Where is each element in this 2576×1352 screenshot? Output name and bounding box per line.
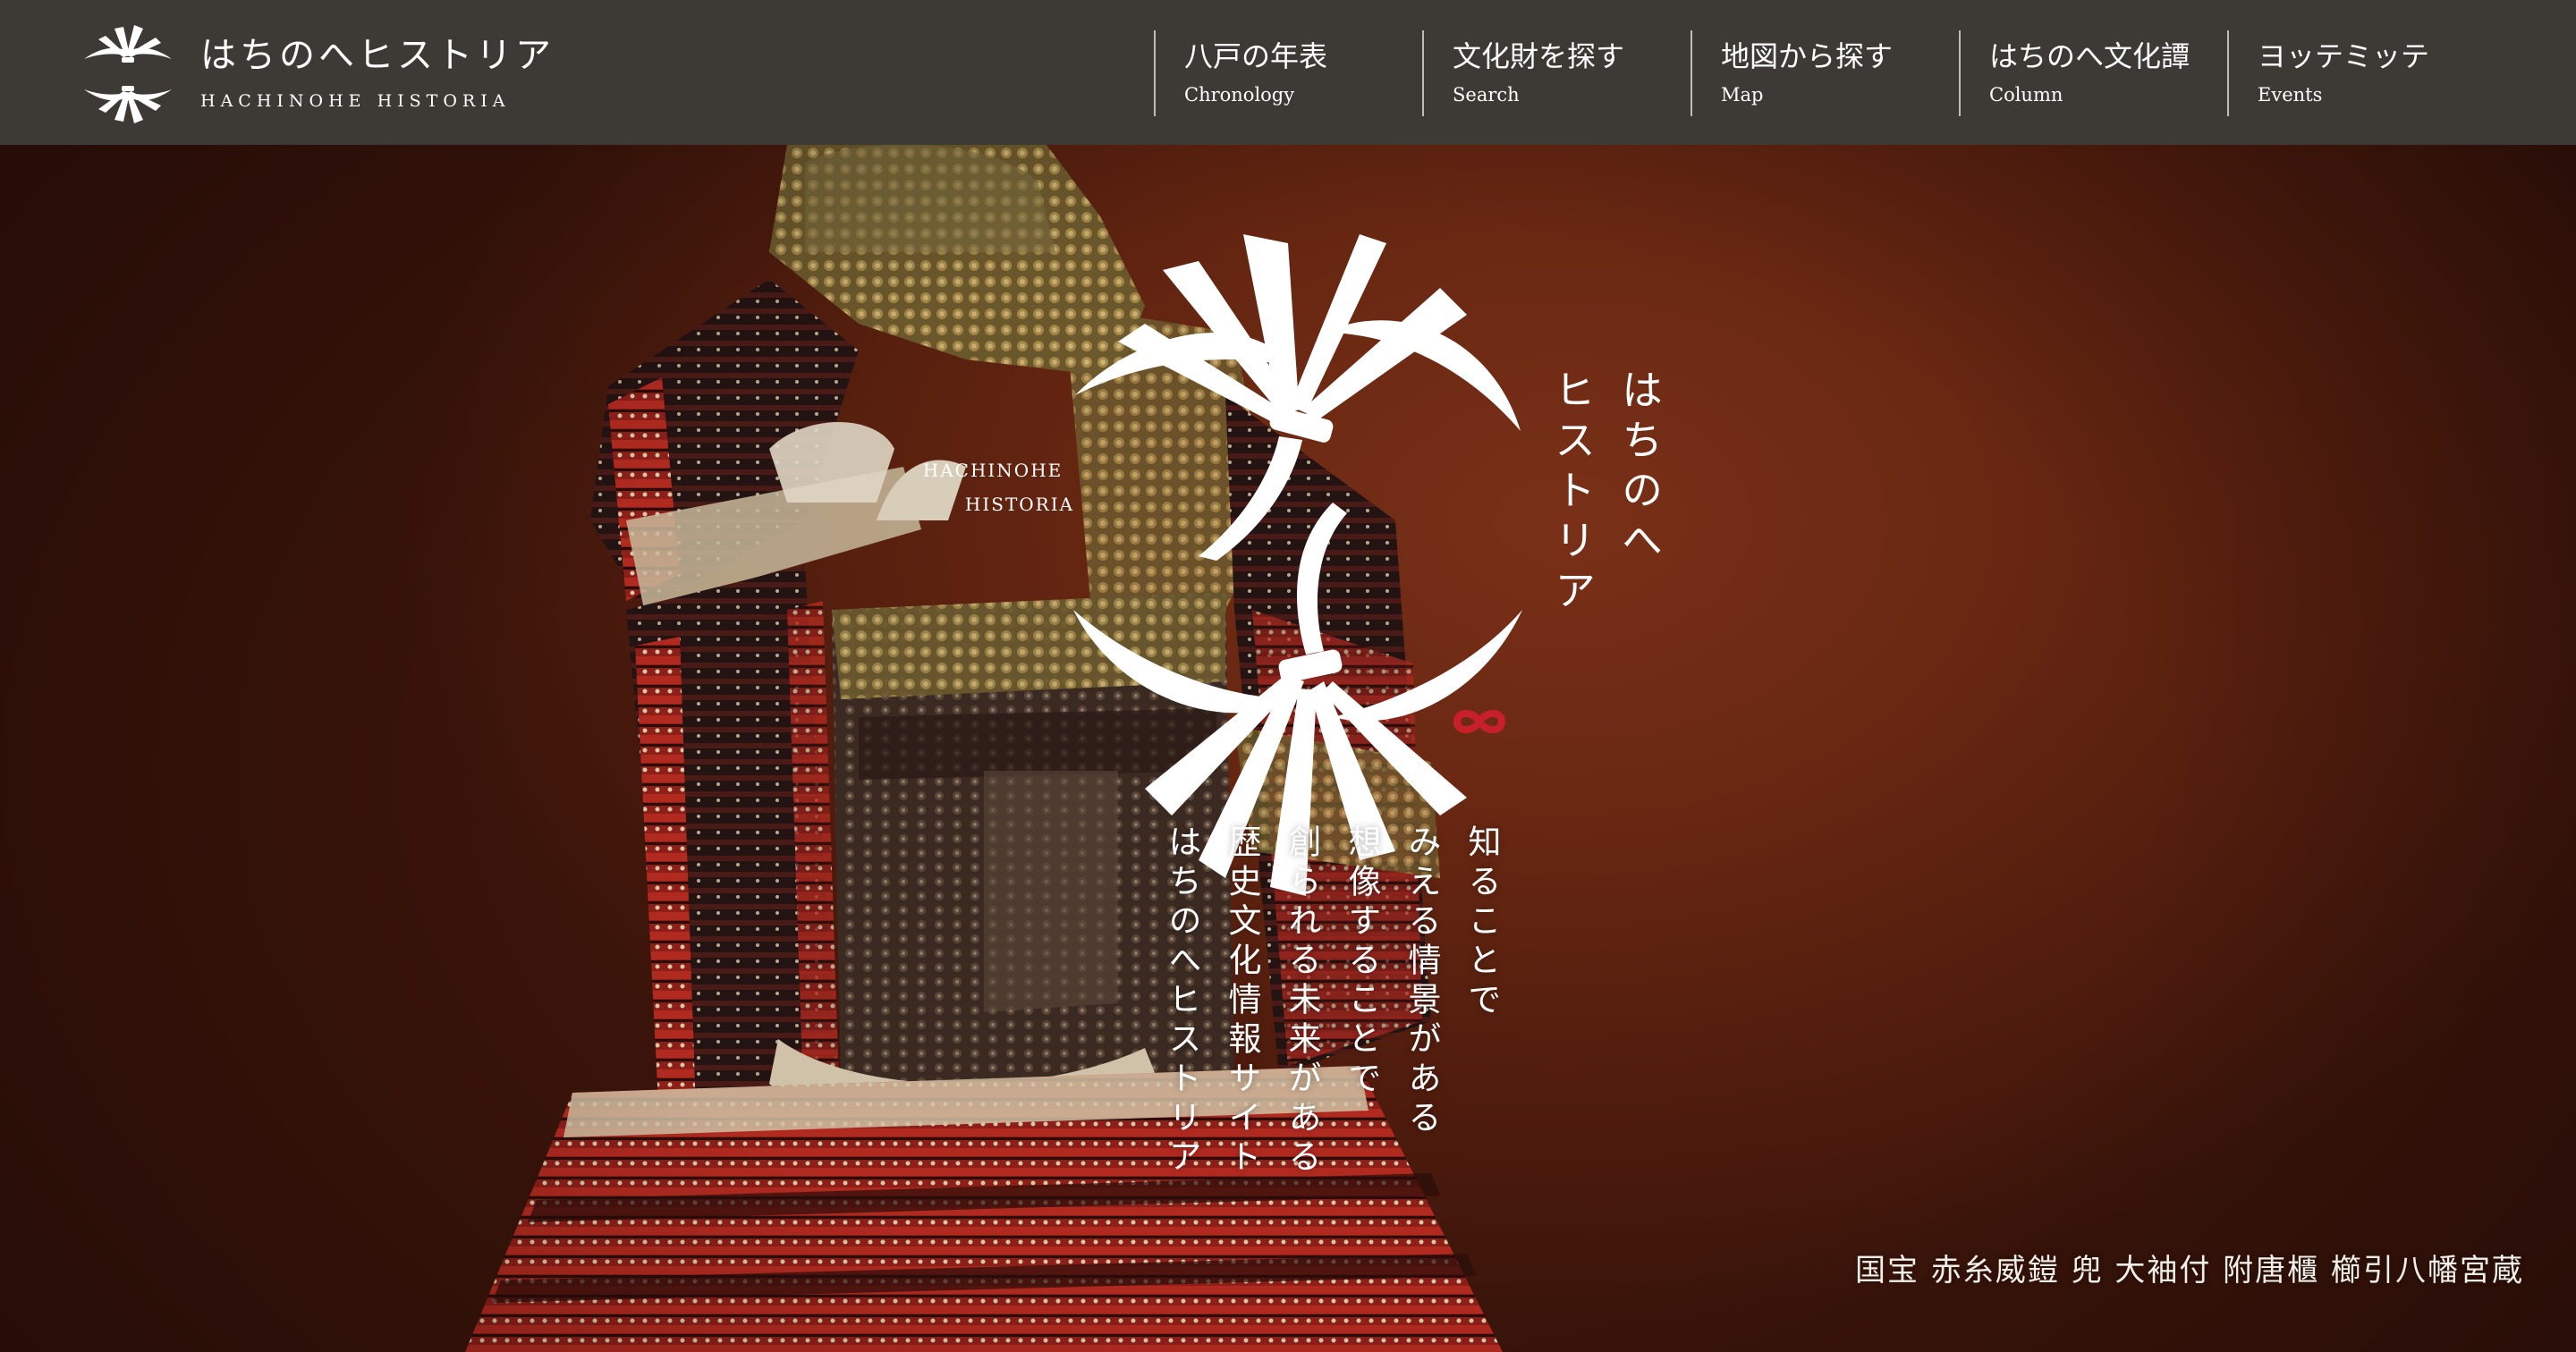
brand-title-en: HACHINOHE HISTORIA (200, 91, 511, 111)
tagline-line: 歴史文化情報サイト (1223, 824, 1261, 1179)
nav-item-events[interactable]: ヨッテミッテ Events (2227, 30, 2496, 116)
tagline-line: みえる情景がある (1402, 824, 1441, 1139)
image-caption: 国宝 赤糸威鎧 兜 大袖付 附唐櫃 櫛引八幡宮蔵 (1854, 1253, 2524, 1289)
nav-label-jp: ヨッテミッテ (2258, 39, 2430, 74)
site-logo-link[interactable]: はちのへヒストリア HACHINOHE HISTORIA (79, 20, 551, 127)
tagline-line: 知ることで (1462, 824, 1501, 1021)
hero-title-line2: ヒストリア (1548, 368, 1597, 619)
hachinohe-crest-icon (84, 25, 172, 123)
hero-tagline: 知ることで みえる情景がある 想像することで 創られる未来がある 歴史文化情報サ… (1087, 824, 1501, 1182)
nav-label-jp: 文化財を探す (1453, 39, 1625, 74)
nav-item-map[interactable]: 地図から探す Map (1690, 30, 1959, 116)
nav-item-chronology[interactable]: 八戸の年表 Chronology (1154, 30, 1422, 116)
nav-item-column[interactable]: はちのへ文化譚 Column (1959, 30, 2227, 116)
tagline-line: はちのへヒストリア (1163, 824, 1201, 1179)
tagline-line: 想像することで (1343, 824, 1381, 1100)
nav-label-jp: 八戸の年表 (1184, 39, 1328, 74)
main-nav: 八戸の年表 Chronology 文化財を探す Search 地図から探す Ma… (1154, 30, 2496, 116)
hero-logo-en: HACHINOHE HISTORIA (903, 453, 1082, 521)
tagline-line: 創られる未来がある (1283, 824, 1321, 1179)
nav-label-en: Map (1721, 83, 1764, 106)
nav-item-search[interactable]: 文化財を探す Search (1422, 30, 1690, 116)
infinity-mark-icon (1453, 710, 1505, 733)
brand-text: はちのへヒストリア HACHINOHE HISTORIA (200, 20, 555, 127)
page: はちのへヒストリア HACHINOHE HISTORIA 八戸の年表 Chron… (0, 0, 2576, 1352)
hachinohe-crest-icon (1073, 234, 1522, 896)
nav-label-en: Events (2258, 83, 2323, 106)
nav-label-en: Chronology (1184, 83, 1295, 106)
hero-logo-en-line1: HACHINOHE (922, 460, 1063, 481)
brand-title-jp: はちのへヒストリア (200, 35, 555, 76)
top-navigation-bar: はちのへヒストリア HACHINOHE HISTORIA 八戸の年表 Chron… (0, 0, 2576, 145)
nav-label-en: Column (1989, 83, 2063, 106)
hero-title-line1: はちのへ (1615, 368, 1664, 569)
nav-label-jp: はちのへ文化譚 (1989, 39, 2190, 74)
nav-label-en: Search (1453, 83, 1520, 106)
nav-label-jp: 地図から探す (1721, 39, 1894, 74)
hero-section: HACHINOHE HISTORIA はちのへ ヒストリア 知ることで みえる情… (0, 145, 2576, 1352)
hero-logo-en-line2: HISTORIA (964, 494, 1075, 515)
